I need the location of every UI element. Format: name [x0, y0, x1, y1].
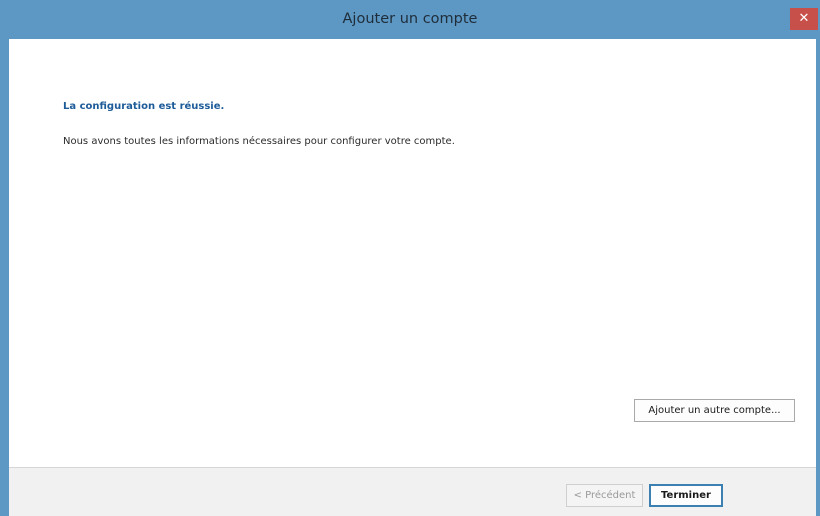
success-message: Nous avons toutes les informations néces… [63, 136, 455, 147]
window-title: Ajouter un compte [342, 11, 478, 27]
add-account-dialog: Ajouter un compte ✕ La configuration est… [0, 0, 820, 516]
close-button[interactable]: ✕ [790, 8, 818, 30]
success-heading: La configuration est réussie. [63, 101, 225, 112]
window-frame-left [0, 39, 9, 516]
close-icon: ✕ [798, 11, 810, 26]
previous-button[interactable]: < Précédent [566, 484, 643, 507]
title-bar[interactable]: Ajouter un compte ✕ [0, 0, 820, 39]
add-another-account-button[interactable]: Ajouter un autre compte... [634, 399, 795, 422]
window-frame-right [816, 39, 820, 516]
finish-button[interactable]: Terminer [649, 484, 723, 507]
